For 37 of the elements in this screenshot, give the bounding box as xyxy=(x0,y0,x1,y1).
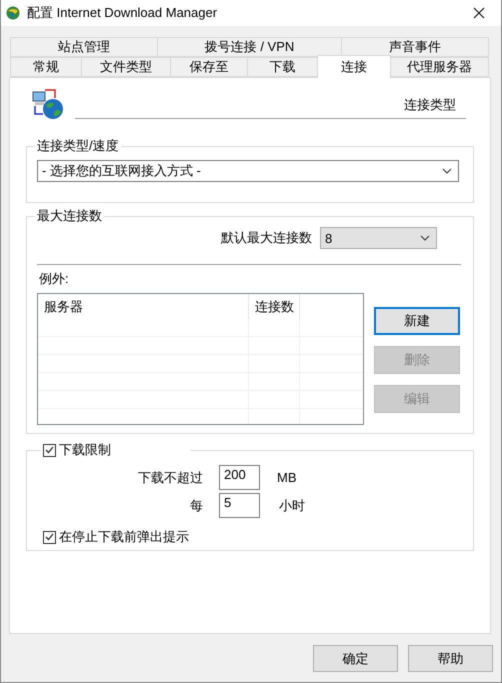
max-connections-dropdown[interactable]: 8 xyxy=(320,227,437,249)
column-header[interactable]: 连接数 xyxy=(249,294,300,319)
section-title: 连接类型 xyxy=(404,96,456,114)
network-globe-icon xyxy=(31,88,65,120)
field-label: 下载不超过 xyxy=(137,468,203,486)
tab[interactable]: 站点管理 xyxy=(10,37,158,57)
field-label: 每 xyxy=(189,496,203,514)
unit-label: MB xyxy=(277,470,296,485)
checkbox[interactable] xyxy=(43,444,56,456)
group-title: 连接类型/速度 xyxy=(36,137,120,155)
dialog-button[interactable]: 确定 xyxy=(313,645,398,672)
dialog-button[interactable]: 帮助 xyxy=(408,645,493,672)
checkbox[interactable] xyxy=(43,530,56,544)
close-icon[interactable] xyxy=(473,7,485,19)
checkbox-label[interactable]: 下载限制 xyxy=(43,441,111,459)
tab[interactable]: 代理服务器 xyxy=(390,57,489,77)
tab[interactable]: 常规 xyxy=(10,57,82,77)
window-title: 配置 Internet Download Manager xyxy=(27,4,218,22)
tab[interactable]: 声音事件 xyxy=(341,37,489,57)
hours-field[interactable]: 5 xyxy=(219,493,260,518)
connection-type-dropdown[interactable]: - 选择您的互联网接入方式 - xyxy=(37,160,459,182)
app-icon xyxy=(5,5,21,21)
tab[interactable]: 文件类型 xyxy=(81,57,171,77)
tab[interactable]: 下载 xyxy=(247,57,318,77)
chevron-down-icon xyxy=(442,168,452,174)
tab[interactable]: 拨号连接 / VPN xyxy=(156,37,342,57)
tab[interactable]: 保存至 xyxy=(170,57,248,77)
chevron-down-icon xyxy=(420,235,430,241)
field-label: 默认最大连接数 xyxy=(221,229,312,247)
action-button[interactable]: 新建 xyxy=(374,307,460,335)
exceptions-label: 例外: xyxy=(39,270,70,288)
group-title: 最大连接数 xyxy=(36,207,103,225)
column-header[interactable]: 服务器 xyxy=(38,294,249,319)
unit-label: 小时 xyxy=(279,496,305,514)
size-limit-field[interactable]: 200 xyxy=(219,465,260,490)
checkbox-label[interactable]: 在停止下载前弹出提示 xyxy=(43,528,189,546)
tab[interactable]: 连接 xyxy=(317,55,391,78)
